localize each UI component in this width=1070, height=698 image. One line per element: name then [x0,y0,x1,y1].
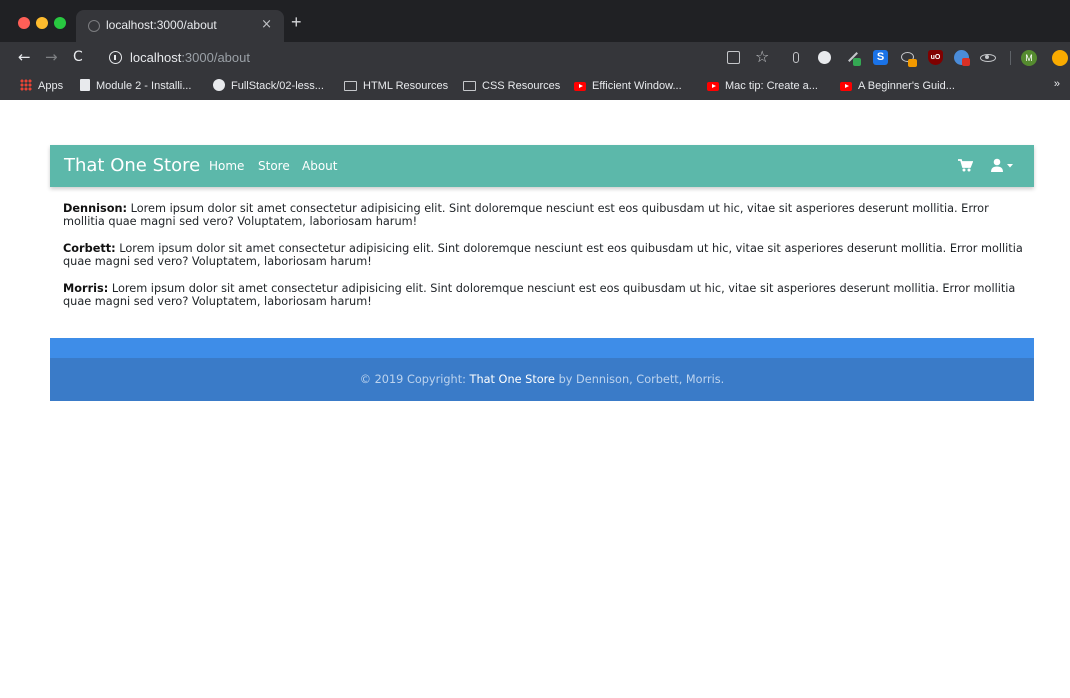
back-arrow-icon[interactable]: ← [18,49,31,65]
footer-brand-link[interactable]: That One Store [470,373,555,386]
bookmark-label: Mac tip: Create a... [725,80,818,92]
bookmark-html-resources[interactable]: HTML Resources [344,79,448,93]
copyright-prefix: © 2019 Copyright: [359,373,470,386]
bookmark-mac-tip[interactable]: Mac tip: Create a... [707,79,818,93]
about-paragraph-dennison: Dennison: Lorem ipsum dolor sit amet con… [63,202,1023,228]
bookmark-module2[interactable]: Module 2 - Installi... [80,79,191,93]
github-icon [213,79,225,91]
tab-close-icon[interactable]: × [261,17,272,33]
site-navbar: That One Store Home Store About [50,145,1034,187]
youtube-icon [574,82,586,91]
shopping-cart-icon[interactable] [958,159,973,172]
navbar-brand[interactable]: That One Store [64,155,200,176]
youtube-icon [840,82,852,91]
bookmark-css-resources[interactable]: CSS Resources [463,79,560,93]
footer-copyright: © 2019 Copyright: That One Store by Denn… [50,358,1034,401]
address-bar[interactable]: localhost:3000/about [130,50,250,65]
bookmark-label: Module 2 - Installi... [96,80,192,92]
s-extension-icon[interactable]: S [873,50,888,65]
tab-title: localhost:3000/about [106,18,217,32]
bookmark-label: Efficient Window... [592,80,682,92]
browser-tab-bar: localhost:3000/about × + [0,0,1070,42]
reload-icon[interactable]: C [73,49,83,65]
recorder-extension-icon[interactable] [954,50,970,66]
copyright-suffix: by Dennison, Corbett, Morris. [555,373,725,386]
bookmark-star-icon[interactable]: ☆ [755,48,769,66]
bookmark-apps[interactable]: Apps [20,79,63,93]
paragraph-text: Lorem ipsum dolor sit amet consectetur a… [63,202,989,228]
maximize-window-button[interactable] [54,17,66,29]
bookmark-label: Apps [38,80,64,92]
bookmark-label: FullStack/02-less... [231,80,324,92]
author-name: Dennison: [63,202,128,215]
extension-icon[interactable] [1052,50,1068,66]
minimize-window-button[interactable] [36,17,48,29]
nav-link-store[interactable]: Store [258,159,290,173]
pen-extension-icon[interactable] [845,50,861,66]
bookmark-label: CSS Resources [482,80,561,92]
eye-extension-icon[interactable] [900,50,917,67]
bookmark-fullstack[interactable]: FullStack/02-less... [213,79,324,93]
author-name: Corbett: [63,242,116,255]
about-paragraph-morris: Morris: Lorem ipsum dolor sit amet conse… [63,282,1023,308]
new-tab-button[interactable]: + [291,13,302,31]
web-page: That One Store Home Store About Dennison… [0,100,1070,698]
nav-link-about[interactable]: About [302,159,337,173]
forward-arrow-icon[interactable]: → [45,49,58,65]
bookmark-label: HTML Resources [363,80,449,92]
footer-top-band [50,338,1034,358]
youtube-icon [707,82,719,91]
about-paragraph-corbett: Corbett: Lorem ipsum dolor sit amet cons… [63,242,1023,268]
url-path: :3000/about [181,50,250,65]
close-window-button[interactable] [18,17,30,29]
apps-icon [20,79,32,91]
author-name: Morris: [63,282,109,295]
bookmarks-bar: Apps Module 2 - Installi... FullStack/02… [0,74,1070,100]
paragraph-text: Lorem ipsum dolor sit amet consectetur a… [63,282,1016,308]
bookmark-label: A Beginner's Guid... [858,80,955,92]
user-menu-dropdown[interactable] [990,158,1016,174]
folder-icon [344,81,357,91]
document-icon [80,79,90,91]
toolbar-divider [1010,51,1011,65]
folder-icon [463,81,476,91]
profile-avatar[interactable]: M [1021,50,1037,66]
ublock-icon[interactable]: uO [928,50,943,65]
globe-icon [88,20,100,32]
url-host: localhost [130,50,182,65]
browser-tab[interactable]: localhost:3000/about × [76,10,284,42]
circle-extension-icon[interactable] [818,51,831,64]
bookmark-beginners-guide[interactable]: A Beginner's Guid... [840,79,955,93]
react-devtools-icon[interactable] [980,50,996,65]
translate-icon[interactable] [727,51,740,64]
site-info-icon[interactable] [109,51,122,64]
nav-link-home[interactable]: Home [209,159,244,173]
paragraph-text: Lorem ipsum dolor sit amet consectetur a… [63,242,1023,268]
site-footer: © 2019 Copyright: That One Store by Denn… [50,338,1034,401]
mouse-extension-icon[interactable] [793,52,799,63]
about-content: Dennison: Lorem ipsum dolor sit amet con… [63,202,1023,322]
bookmarks-overflow-button[interactable]: » [1054,78,1060,90]
browser-toolbar: ← → C localhost:3000/about ☆ S uO M [0,42,1070,74]
bookmark-efficient-window[interactable]: Efficient Window... [574,79,682,93]
